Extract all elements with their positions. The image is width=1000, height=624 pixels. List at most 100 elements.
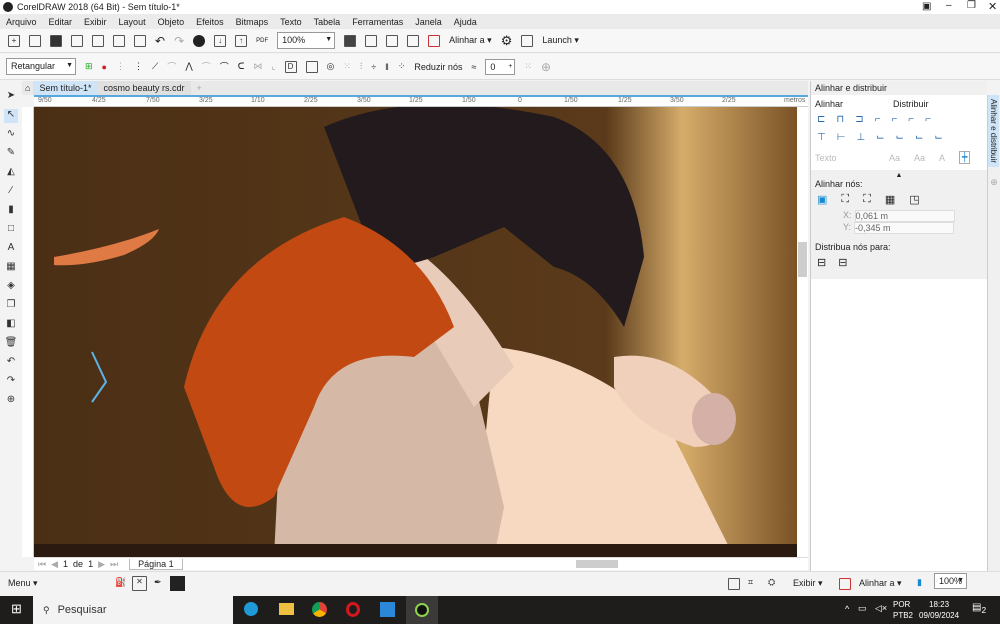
text-bbox-icon[interactable]: Aa <box>914 153 925 163</box>
distribute-center-icon[interactable]: ⌐ <box>891 114 897 125</box>
eraser-icon[interactable]: ▮ <box>4 204 18 218</box>
y-field[interactable]: -0,345 m <box>854 222 955 234</box>
distribute-vspacing-icon[interactable]: ⌙ <box>934 132 942 143</box>
windows-start-icon[interactable]: ⊞ <box>11 601 22 617</box>
text-tool-icon[interactable]: A <box>4 242 18 256</box>
elastic-mode-icon[interactable]: ‖ <box>385 62 389 72</box>
undo-tool-icon[interactable]: ↶ <box>4 356 18 370</box>
docker-side-tab[interactable]: Alinhar e distribuir ⊕ <box>987 95 1000 572</box>
align-to-dropdown[interactable]: Alinhar a ▾ <box>449 35 492 46</box>
distribute-nodes-vertical-icon[interactable]: ⊟ <box>838 256 847 269</box>
language-indicator[interactable]: POR <box>893 600 910 609</box>
edge-icon[interactable] <box>244 602 258 616</box>
new-document-icon[interactable]: + <box>8 34 20 47</box>
status-view-dropdown[interactable]: Exibir ▾ <box>793 578 823 589</box>
rectangle-tool-icon[interactable]: □ <box>4 223 18 237</box>
to-curve-icon[interactable]: ⌒ <box>167 60 176 73</box>
guidelines-icon[interactable] <box>407 34 420 47</box>
snap-off-icon[interactable] <box>428 34 441 47</box>
zoom-level-select[interactable]: 100% ▼ <box>277 32 336 49</box>
distribute-top-icon[interactable]: ⌙ <box>876 132 884 143</box>
curve-smoothness-input[interactable]: 0 + <box>485 58 516 75</box>
distribute-bottom-icon[interactable]: ⌙ <box>915 132 923 143</box>
corner-scale-icon[interactable]: ⁙ <box>524 61 532 72</box>
menu-exibir[interactable]: Exibir <box>84 17 107 27</box>
snap-objects-icon[interactable] <box>728 578 740 590</box>
no-fill-icon[interactable]: ✕ <box>132 576 147 591</box>
align-bottom-icon[interactable]: ⊥ <box>856 132 865 143</box>
reverse-direction-icon[interactable]: ᑕ <box>238 61 245 72</box>
distribute-middle-icon[interactable]: ⌙ <box>896 132 904 143</box>
photos-icon[interactable] <box>380 602 395 617</box>
artistic-media-icon[interactable]: ∕ <box>4 185 18 199</box>
fill-tool-icon[interactable]: ◈ <box>4 280 18 294</box>
symmetrical-node-icon[interactable]: ⌒ <box>220 60 229 73</box>
next-page-icon[interactable]: ▶ <box>98 559 105 570</box>
extend-curve-icon[interactable]: ⋈ <box>253 61 262 72</box>
export-icon[interactable]: ↑ <box>235 34 248 47</box>
search-content-icon[interactable] <box>193 34 206 47</box>
snap-settings-icon[interactable]: ⛭ <box>768 577 775 588</box>
reduce-nodes-button[interactable]: Reduzir nós <box>414 62 462 72</box>
chrome-icon[interactable] <box>312 602 327 617</box>
copy-icon[interactable] <box>113 34 125 47</box>
account-icon[interactable]: ▣ <box>922 1 931 12</box>
collapse-icon[interactable]: ▲ <box>815 172 983 179</box>
import-icon[interactable]: ↓ <box>214 34 227 47</box>
join-nodes-icon[interactable]: ⋮ <box>116 61 125 72</box>
distribute-left-icon[interactable]: ⌐ <box>875 114 881 125</box>
transparency-icon[interactable]: ◧ <box>4 318 18 332</box>
align-nodes-corners-icon[interactable]: ⛶ <box>841 193 849 206</box>
taskbar-search[interactable]: ⚲ Pesquisar <box>33 596 233 624</box>
align-left-icon[interactable]: ⊏ <box>817 114 825 125</box>
file-explorer-icon[interactable] <box>279 603 294 615</box>
show-hidden-icons[interactable]: ^ <box>845 604 849 614</box>
stretch-nodes-icon[interactable] <box>305 60 318 73</box>
prev-page-icon[interactable]: ◀ <box>51 559 58 570</box>
fill-icon[interactable]: ⛽ <box>115 577 126 588</box>
mirror-horizontal-icon[interactable]: ⫶ <box>360 61 362 72</box>
horizontal-scrollbar[interactable] <box>424 558 794 570</box>
outline-color-swatch[interactable] <box>170 576 185 591</box>
menu-arquivo[interactable]: Arquivo <box>6 17 37 27</box>
vertical-scrollbar[interactable] <box>797 107 808 557</box>
docker-side-tab-label[interactable]: Alinhar e distribuir <box>988 95 999 168</box>
opera-icon[interactable] <box>346 602 360 617</box>
save-icon[interactable] <box>50 34 62 47</box>
distribute-nodes-horizontal-icon[interactable]: ⊟ <box>817 256 826 269</box>
tab-cosmo-beauty[interactable]: cosmo beauty rs.cdr <box>97 81 191 95</box>
cusp-node-icon[interactable]: ⋀ <box>185 61 192 72</box>
align-nodes-point-icon[interactable]: ◳ <box>909 193 919 206</box>
close-curve-icon[interactable]: D <box>284 60 297 73</box>
align-nodes-grid-icon[interactable]: ▦ <box>885 193 895 206</box>
menu-bitmaps[interactable]: Bitmaps <box>236 17 269 27</box>
shape-tool-icon[interactable]: ↖ <box>4 109 18 123</box>
launch-icon[interactable] <box>521 34 534 47</box>
extract-subpath-icon[interactable]: ⌞ <box>271 61 275 72</box>
menu-layout[interactable]: Layout <box>119 17 146 27</box>
distribute-right-icon[interactable]: ⌐ <box>908 114 914 125</box>
restore-button[interactable]: ❐ <box>967 0 976 11</box>
align-right-icon[interactable]: ⊐ <box>855 114 863 125</box>
new-tab-icon[interactable]: + <box>191 83 208 93</box>
open-icon[interactable] <box>29 34 41 47</box>
x-field[interactable]: 0,061 m <box>854 210 955 222</box>
to-line-icon[interactable]: ⟋ <box>152 61 158 72</box>
redo-icon[interactable]: ↷ <box>174 34 184 48</box>
full-screen-icon[interactable] <box>344 34 357 47</box>
redo-tool-icon[interactable]: ↷ <box>4 375 18 389</box>
tab-sem-titulo[interactable]: Sem título-1* <box>33 81 98 95</box>
undo-icon[interactable]: ↶ <box>155 34 165 48</box>
options-gear-icon[interactable]: ⚙ <box>501 33 513 49</box>
effects-tool-icon[interactable]: ❐ <box>4 299 18 313</box>
distribute-spacing-icon[interactable]: ⌐ <box>925 114 931 125</box>
launch-dropdown[interactable]: Launch ▾ <box>542 35 579 46</box>
add-tool-icon[interactable]: ⊕ <box>4 394 18 408</box>
align-center-h-icon[interactable]: ⊓ <box>836 114 844 125</box>
add-icon[interactable]: ⊕ <box>541 60 551 74</box>
menu-ferramentas[interactable]: Ferramentas <box>352 17 403 27</box>
grid-icon[interactable] <box>386 34 399 47</box>
selection-mode-select[interactable]: Retangular ▼ <box>6 58 76 75</box>
menu-tabela[interactable]: Tabela <box>314 17 341 27</box>
text-outline-icon[interactable]: A <box>939 153 945 163</box>
